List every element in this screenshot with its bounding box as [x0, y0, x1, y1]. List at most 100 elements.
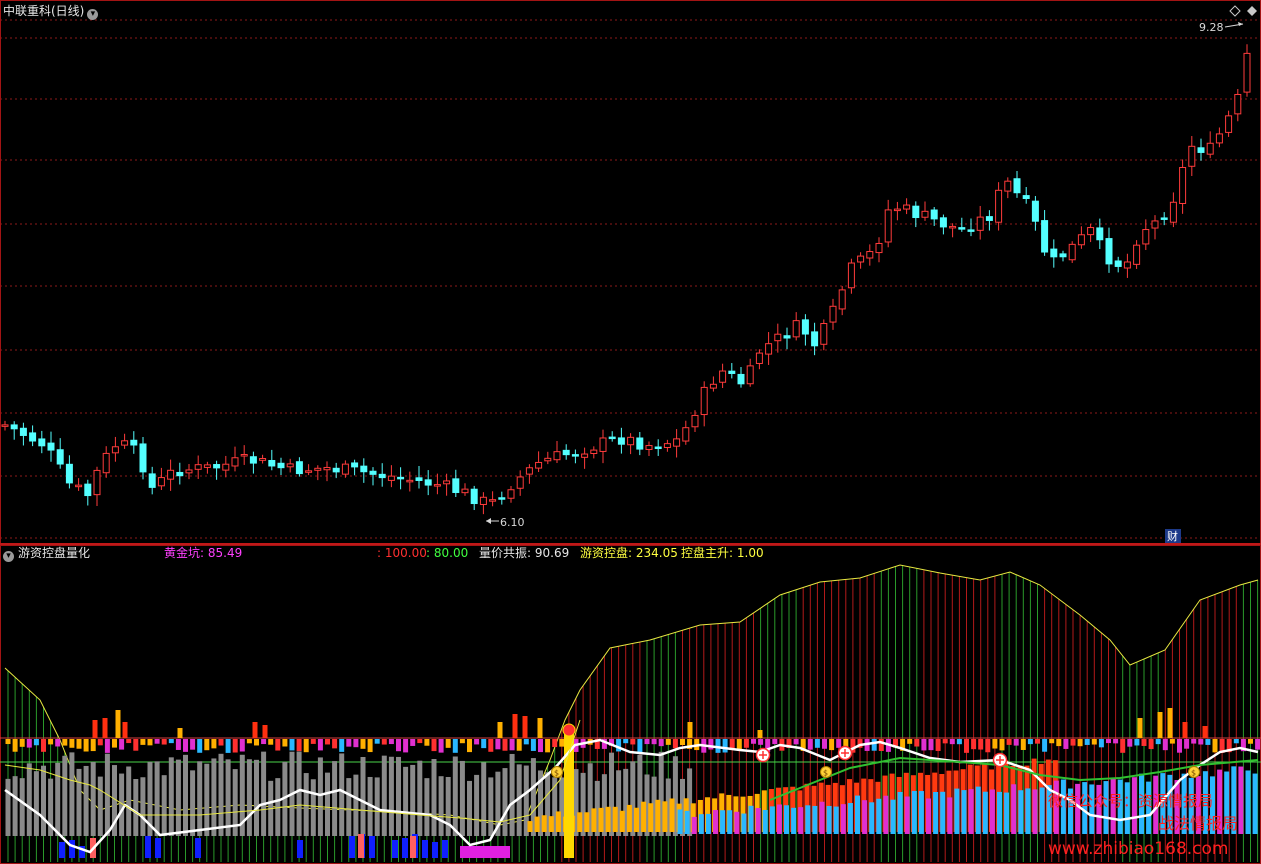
candle	[562, 444, 570, 460]
candle	[305, 464, 313, 476]
volume-bar	[197, 761, 203, 836]
base-bar	[776, 804, 782, 834]
bottom-block	[369, 836, 375, 858]
candle-body	[709, 383, 717, 389]
candle-body	[1114, 260, 1122, 267]
bottom-block	[59, 842, 65, 858]
signal-bar	[268, 739, 274, 745]
volume-bar	[62, 755, 68, 836]
chevron-down-icon[interactable]: ▾	[3, 551, 14, 562]
volume-bar	[452, 756, 458, 836]
candle	[746, 358, 754, 387]
candle-body	[939, 217, 947, 228]
candle	[75, 478, 83, 491]
signal-bar	[971, 739, 977, 750]
diamond-icon-filled[interactable]	[1247, 6, 1257, 16]
base-bar	[918, 791, 924, 834]
signal-bar	[133, 739, 139, 751]
control-value: 234.05	[635, 546, 678, 560]
signal-bar	[743, 739, 749, 748]
control-bar	[648, 803, 654, 832]
signal-bar	[1049, 739, 1055, 744]
candle-body	[1068, 243, 1076, 261]
volume-bar	[317, 757, 323, 836]
candle	[240, 445, 248, 465]
candle-body	[673, 438, 681, 447]
control-bar	[527, 821, 533, 832]
high-price-label: 9.28	[1199, 21, 1224, 34]
candle	[213, 460, 221, 480]
low-marker: 6.10	[486, 516, 525, 529]
chevron-down-icon[interactable]: ▾	[87, 9, 99, 20]
candle-body	[203, 464, 211, 468]
candle	[185, 464, 193, 480]
candle-body	[765, 343, 773, 355]
candle-body	[847, 262, 855, 289]
spike-bar	[687, 722, 693, 738]
money-bag-glyph: $	[823, 769, 828, 778]
buy-marker	[755, 747, 771, 763]
bottom-block	[69, 840, 75, 858]
candle-body	[259, 458, 267, 461]
diamond-icon[interactable]	[1229, 5, 1241, 17]
base-bar	[791, 807, 797, 834]
candle-body	[985, 216, 993, 221]
signal-bar	[1013, 739, 1019, 746]
candle-body	[498, 497, 506, 500]
control-bar	[662, 801, 668, 832]
signal-bar	[1084, 739, 1090, 745]
control-bar	[669, 798, 675, 832]
candle	[461, 483, 469, 496]
volume-bar	[83, 765, 89, 836]
candle	[1087, 223, 1095, 243]
candle-body	[56, 449, 64, 465]
buy-marker	[837, 745, 853, 761]
candle	[958, 217, 966, 232]
control-label: 游资控盘:	[580, 546, 633, 560]
base-bar	[755, 807, 761, 834]
signal-bar	[140, 739, 146, 745]
chart-canvas[interactable]: $ $ $ 9.28 6.10 财	[0, 0, 1261, 864]
candle-body	[691, 414, 699, 428]
indicator-name[interactable]: 游资控盘量化	[18, 546, 90, 560]
base-bar	[684, 810, 690, 834]
candle-body	[1215, 133, 1223, 144]
candle-body	[682, 427, 690, 442]
signal-bar	[168, 739, 174, 744]
candle	[323, 461, 331, 482]
base-bar	[997, 791, 1002, 834]
candle-body	[167, 469, 175, 480]
level-red: : 100.00	[377, 546, 427, 560]
base-bar	[826, 805, 832, 834]
candle-body	[627, 436, 635, 446]
signal-bar	[1155, 739, 1161, 745]
volume-bar	[261, 751, 267, 836]
base-bar	[890, 799, 896, 834]
signal-bar	[90, 739, 96, 752]
candle-body	[930, 209, 938, 220]
signal-bar	[1248, 739, 1253, 744]
candle-body	[305, 470, 313, 473]
volume-bar	[183, 754, 188, 836]
indicator-series: $ $ $	[0, 564, 1261, 862]
candle	[424, 470, 432, 496]
signal-bar	[232, 739, 238, 753]
fin-badge[interactable]: 财	[1165, 529, 1181, 543]
level-green: : 80.00	[426, 546, 469, 560]
base-bar	[933, 791, 939, 834]
signal-bar	[1063, 739, 1069, 749]
candle	[470, 485, 478, 511]
bottom-block	[402, 838, 408, 858]
signal-bar	[459, 739, 465, 744]
bottom-block	[392, 840, 398, 858]
signal-bar	[1198, 739, 1204, 745]
signal-bar	[1042, 739, 1048, 752]
candle-body	[93, 469, 101, 496]
bottom-block	[432, 842, 438, 858]
stock-title[interactable]: 中联重科(日线)	[3, 4, 84, 18]
candle	[663, 439, 671, 452]
candle-body	[1096, 227, 1104, 241]
volume-bar	[175, 759, 181, 836]
bottom-block	[195, 838, 201, 858]
candle	[930, 207, 938, 226]
